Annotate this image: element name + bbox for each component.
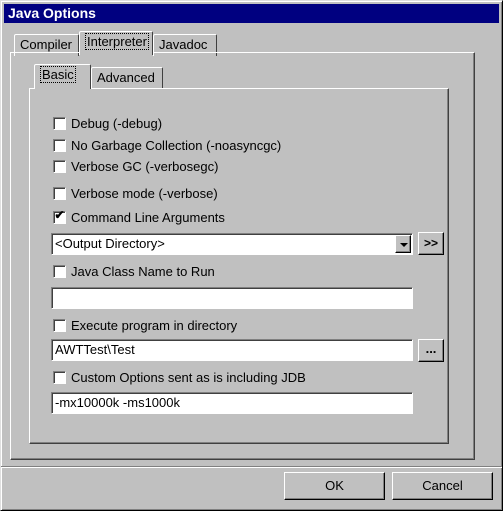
tab-basic[interactable]: Basic [34,64,91,89]
exec-dir-checkbox[interactable] [53,318,66,332]
chevron-down-icon [400,243,408,247]
title-bar[interactable]: Java Options [4,4,499,23]
custom-option[interactable]: Custom Options sent as is including JDB [53,369,306,385]
tab-interpreter-label: Interpreter [85,33,149,50]
tab-basic-label: Basic [40,66,76,83]
debug-option[interactable]: Debug (-debug) [53,115,162,131]
verbose-gc-checkbox[interactable] [53,159,66,173]
dropdown-button[interactable] [395,235,411,253]
no-gc-label: No Garbage Collection (-noasyncgc) [71,137,282,153]
class-name-label: Java Class Name to Run [71,263,215,279]
custom-options-input[interactable]: -mx10000k -ms1000k [51,392,413,414]
cmd-args-value: <Output Directory> [55,236,165,251]
verbose-gc-label: Verbose GC (-verbosegc) [71,158,219,174]
check-mark-icon: ✔ [54,207,65,222]
debug-label: Debug (-debug) [71,115,163,131]
browse-button[interactable]: ... [418,339,444,362]
verbose-mode-option[interactable]: Verbose mode (-verbose) [53,185,218,201]
window-title: Java Options [8,5,96,21]
cmd-args-combobox[interactable]: <Output Directory> [51,233,413,255]
exec-dir-label: Execute program in directory [71,317,238,333]
browse-label: ... [425,341,437,356]
tab-compiler-label: Compiler [20,37,73,52]
java-options-dialog: Java Options Compiler Interpreter Javado… [0,0,503,511]
custom-label: Custom Options sent as is including JDB [71,369,306,385]
class-name-input[interactable] [51,287,413,309]
exec-dir-value: AWTTest\Test [55,342,135,357]
verbose-gc-option[interactable]: Verbose GC (-verbosegc) [53,158,218,174]
no-gc-checkbox[interactable] [53,138,66,152]
cancel-label: Cancel [422,478,463,493]
cancel-button[interactable]: Cancel [392,472,493,500]
no-gc-option[interactable]: No Garbage Collection (-noasyncgc) [53,137,281,153]
exec-dir-option[interactable]: Execute program in directory [53,317,237,333]
tab-interpreter[interactable]: Interpreter [79,31,153,55]
verbose-mode-label: Verbose mode (-verbose) [71,185,218,201]
cmd-args-insert-button[interactable]: >> [418,232,444,255]
divider [1,466,502,468]
verbose-mode-checkbox[interactable] [53,186,66,200]
class-name-option[interactable]: Java Class Name to Run [53,263,215,279]
tab-javadoc-label: Javadoc [159,37,208,52]
cmd-args-insert-label: >> [423,236,438,250]
tab-advanced[interactable]: Advanced [91,67,163,89]
cmd-args-label: Command Line Arguments [71,209,225,225]
ok-button[interactable]: OK [284,472,385,500]
ok-label: OK [325,478,344,493]
class-name-checkbox[interactable] [53,264,66,278]
exec-dir-input[interactable]: AWTTest\Test [51,339,413,361]
custom-options-value: -mx10000k -ms1000k [55,395,180,410]
custom-checkbox[interactable] [53,370,66,384]
cmd-args-option[interactable]: ✔ Command Line Arguments [53,207,225,225]
tab-advanced-label: Advanced [97,70,155,85]
cmd-args-checkbox[interactable]: ✔ [53,207,66,224]
debug-checkbox[interactable] [53,116,66,130]
